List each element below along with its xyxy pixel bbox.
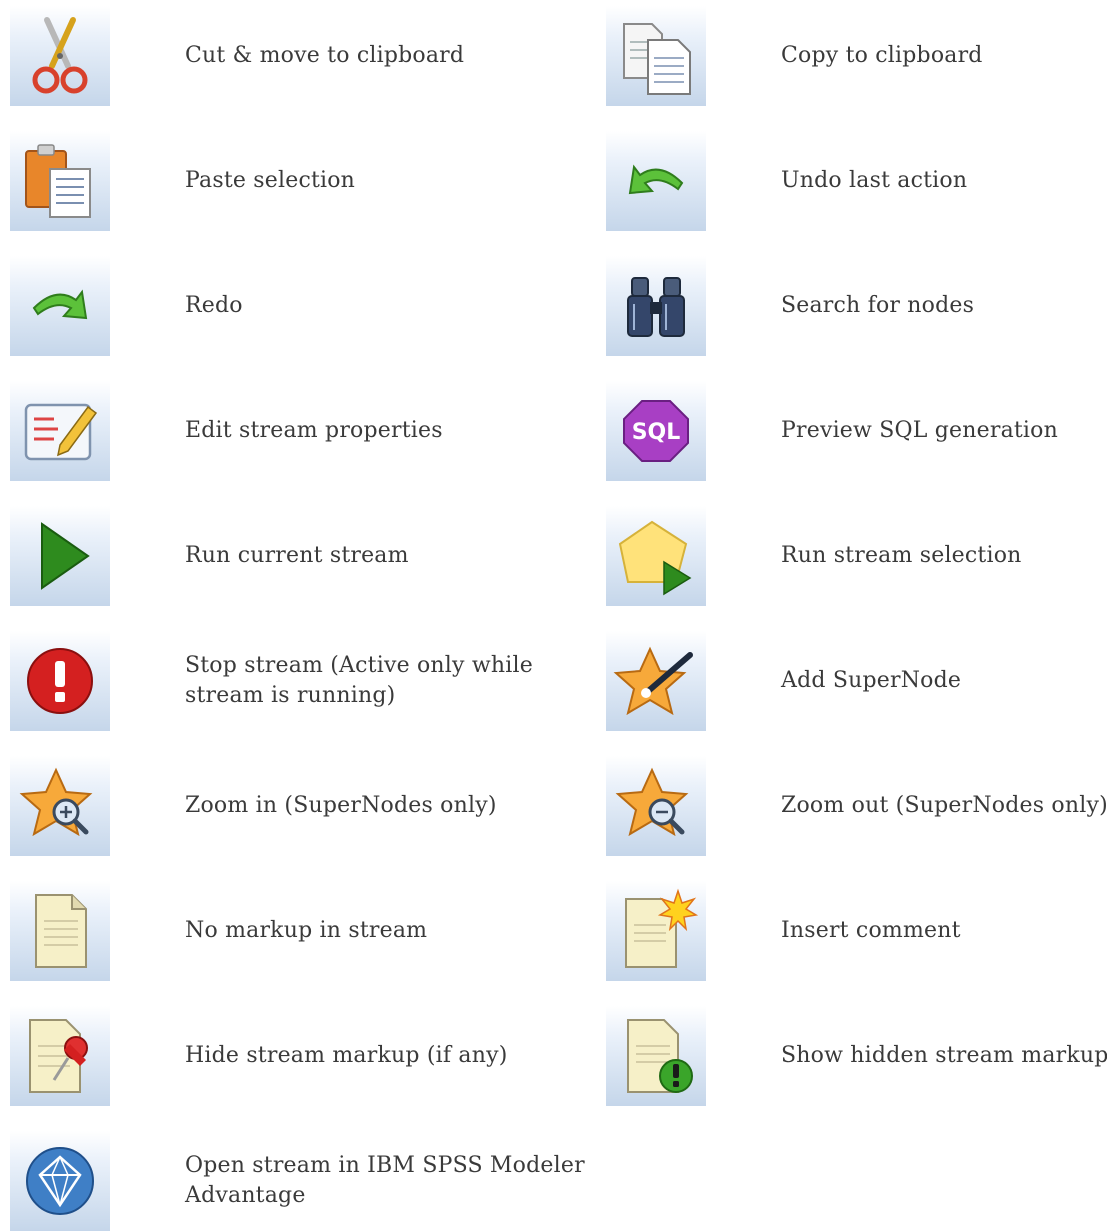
legend-label: Search for nodes bbox=[781, 293, 975, 318]
sql-badge-icon: SQL bbox=[606, 381, 706, 481]
clipboard-paste-icon bbox=[10, 131, 110, 231]
legend-label: Edit stream properties bbox=[185, 418, 443, 443]
document-pushpin-icon bbox=[10, 1006, 110, 1106]
zoom-out-star-icon bbox=[606, 756, 706, 856]
copy-documents-icon bbox=[606, 6, 706, 106]
insert-comment-icon bbox=[606, 881, 706, 981]
diamond-globe-icon bbox=[10, 1131, 110, 1231]
legend-label: Cut & move to clipboard bbox=[185, 43, 465, 68]
undo-arrow-icon bbox=[606, 131, 706, 231]
zoom-in-star-icon bbox=[10, 756, 110, 856]
scissors-icon bbox=[10, 6, 110, 106]
legend-label: Copy to clipboard bbox=[781, 43, 983, 68]
legend-label: Add SuperNode bbox=[781, 668, 962, 693]
redo-arrow-icon bbox=[10, 256, 110, 356]
legend-label: Hide stream markup (if any) bbox=[185, 1043, 508, 1068]
binoculars-icon bbox=[606, 256, 706, 356]
show-markup-icon bbox=[606, 1006, 706, 1106]
legend-label: Redo bbox=[185, 293, 243, 318]
legend-label: No markup in stream bbox=[185, 918, 428, 943]
sql-badge-text: SQL bbox=[632, 420, 681, 445]
run-triangle-icon bbox=[10, 506, 110, 606]
legend-label: Run stream selection bbox=[781, 543, 1022, 568]
legend-label: Show hidden stream markup bbox=[781, 1043, 1107, 1068]
legend-label: Insert comment bbox=[781, 918, 961, 943]
edit-properties-icon bbox=[10, 381, 110, 481]
legend-label: Zoom in (SuperNodes only) bbox=[185, 793, 497, 818]
stop-exclamation-icon bbox=[10, 631, 110, 731]
legend-label: Run current stream bbox=[185, 543, 409, 568]
blank-document-icon bbox=[10, 881, 110, 981]
legend-label: Open stream in IBM SPSS Modeler Advantag… bbox=[185, 1153, 585, 1208]
supernode-star-wand-icon bbox=[606, 631, 706, 731]
run-selection-icon bbox=[606, 506, 706, 606]
legend-label: Zoom out (SuperNodes only) bbox=[781, 793, 1107, 818]
legend-label: Undo last action bbox=[781, 168, 968, 193]
legend-label: Preview SQL generation bbox=[781, 418, 1058, 443]
legend-label: Stop stream (Active only while stream is… bbox=[185, 653, 533, 708]
legend-label: Paste selection bbox=[185, 168, 356, 193]
